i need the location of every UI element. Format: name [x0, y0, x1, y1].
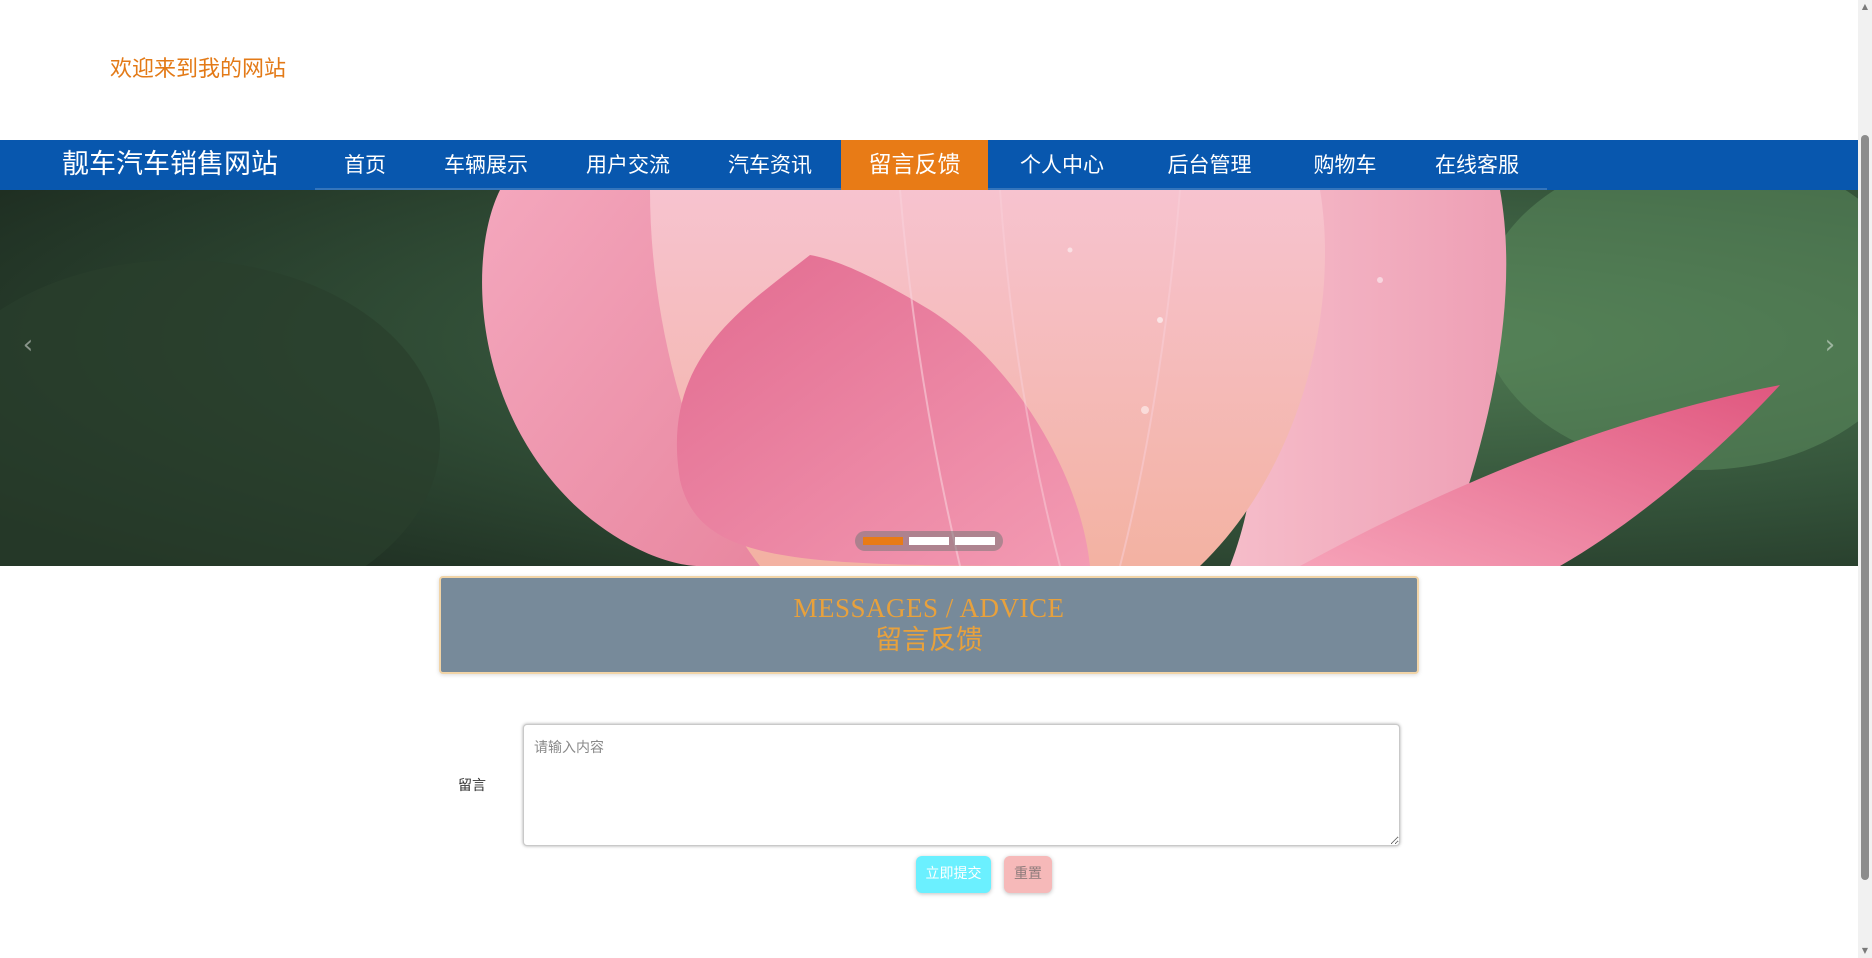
carousel-indicator[interactable]	[955, 537, 995, 545]
section-title-cn: 留言反馈	[875, 625, 983, 656]
carousel-indicators	[855, 531, 1003, 551]
chevron-right-icon: ›	[1824, 330, 1836, 360]
section-title-en: MESSAGES / ADVICE	[793, 593, 1065, 623]
banner-carousel[interactable]: ‹ ›	[0, 190, 1858, 566]
welcome-text: 欢迎来到我的网站	[110, 57, 287, 82]
nav-item-profile[interactable]: 个人中心	[988, 140, 1136, 190]
page: 欢迎来到我的网站 靓车汽车销售网站 首页 车辆展示 用户交流 汽车资讯 留言反馈…	[0, 0, 1858, 958]
nav-item-cart[interactable]: 购物车	[1283, 140, 1407, 190]
carousel-indicator[interactable]	[909, 537, 949, 545]
nav-item-support[interactable]: 在线客服	[1407, 140, 1547, 190]
chevron-left-icon: ‹	[22, 330, 34, 360]
carousel-prev-button[interactable]: ‹	[8, 290, 48, 400]
reset-button[interactable]: 重置	[1004, 856, 1052, 893]
nav-item-feedback[interactable]: 留言反馈	[841, 140, 988, 190]
site-brand[interactable]: 靓车汽车销售网站	[62, 140, 278, 190]
submit-button[interactable]: 立即提交	[916, 856, 991, 893]
nav-item-news[interactable]: 汽车资讯	[699, 140, 841, 190]
scroll-up-arrow-icon[interactable]: ▲	[1860, 2, 1870, 12]
message-label: 留言	[458, 778, 486, 794]
carousel-indicator[interactable]	[863, 537, 903, 545]
nav-menu: 首页 车辆展示 用户交流 汽车资讯 留言反馈 个人中心 后台管理 购物车 在线客…	[315, 140, 1547, 190]
top-navbar: 靓车汽车销售网站 首页 车辆展示 用户交流 汽车资讯 留言反馈 个人中心 后台管…	[0, 140, 1858, 190]
section-title-box: MESSAGES / ADVICE 留言反馈	[439, 576, 1419, 674]
nav-item-vehicles[interactable]: 车辆展示	[415, 140, 557, 190]
nav-item-admin[interactable]: 后台管理	[1136, 140, 1283, 190]
message-textarea[interactable]	[523, 724, 1400, 846]
nav-item-home[interactable]: 首页	[315, 140, 415, 190]
lotus-banner-image	[0, 190, 1858, 566]
scroll-down-arrow-icon[interactable]: ▼	[1860, 946, 1870, 956]
page-scrollbar[interactable]: ▲ ▼	[1858, 0, 1872, 958]
carousel-next-button[interactable]: ›	[1810, 290, 1850, 400]
scroll-thumb[interactable]	[1861, 135, 1869, 880]
nav-item-community[interactable]: 用户交流	[557, 140, 699, 190]
